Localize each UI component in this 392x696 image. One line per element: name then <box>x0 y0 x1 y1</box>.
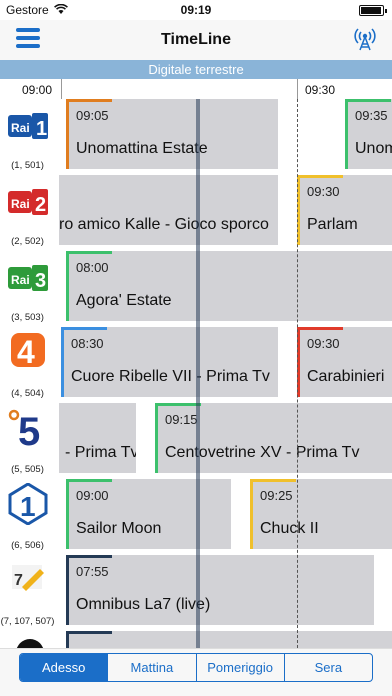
rai2-logo: Rai 2 <box>8 189 48 216</box>
half-hour-marker <box>297 99 298 648</box>
program-time: 08:30 <box>71 336 104 351</box>
program-name: ro amico Kalle - Gioco sporco <box>59 216 269 233</box>
program-time: 09:05 <box>76 108 109 123</box>
antenna-icon[interactable] <box>352 26 378 52</box>
program-cell[interactable]: 09:15 Centovetrine XV - Prima Tv <box>155 403 392 473</box>
program-cell[interactable]: 09:30 Carabinieri <box>297 327 392 397</box>
channel-logo-italia1[interactable]: 1 (6, 506) <box>0 479 55 555</box>
program-cell[interactable]: 09:00 Sailor Moon <box>66 479 231 549</box>
svg-text:Rai: Rai <box>11 197 30 211</box>
program-cell[interactable]: 08:30 Cuore Ribelle VII - Prima Tv <box>61 327 278 397</box>
program-name: Agora' Estate <box>76 292 172 309</box>
channel-logo-rai1[interactable]: Rai 1 (1, 501) <box>0 99 55 175</box>
program-time: 08:00 <box>76 260 109 275</box>
channel-number: (2, 502) <box>11 236 44 247</box>
channel-number: (6, 506) <box>11 540 44 551</box>
program-name: Parlam <box>307 216 358 233</box>
channel-number: (7, 107, 507) <box>0 616 55 627</box>
svg-text:3: 3 <box>35 270 46 292</box>
program-cell[interactable]: ro amico Kalle - Gioco sporco <box>59 175 278 245</box>
channel-logo-partial[interactable] <box>0 631 55 648</box>
svg-text:5: 5 <box>18 410 40 449</box>
program-name: - Prima Tv <box>65 444 136 461</box>
svg-text:7: 7 <box>14 572 23 589</box>
program-name: Centovetrine XV - Prima Tv <box>165 444 360 461</box>
program-time: 09:35 <box>355 108 388 123</box>
channel-logo-rete4[interactable]: 4 (4, 504) <box>0 327 55 403</box>
program-cell[interactable]: - Prima Tv <box>59 403 136 473</box>
program-time: 09:25 <box>260 488 293 503</box>
channel-number: (5, 505) <box>11 464 44 475</box>
battery-icon <box>359 5 387 16</box>
program-name: Cuore Ribelle VII - Prima Tv <box>71 368 270 385</box>
canale5-logo: 5 <box>8 409 40 449</box>
svg-text:4: 4 <box>17 334 35 369</box>
time-label: 09:30 <box>305 83 336 97</box>
time-of-day-segmented-control[interactable]: Adesso Mattina Pomeriggio Sera <box>19 653 373 682</box>
source-subtitle: Digitale terrestre <box>0 60 392 79</box>
svg-text:1: 1 <box>36 118 47 140</box>
program-cell[interactable] <box>66 631 392 648</box>
time-tick <box>297 79 298 99</box>
rete4-logo: 4 <box>11 333 45 369</box>
program-cell[interactable]: 09:05 Unomattina Estate <box>66 99 278 169</box>
svg-text:Rai: Rai <box>11 121 30 135</box>
program-time: 07:55 <box>76 564 109 579</box>
channel-number: (4, 504) <box>11 388 44 399</box>
la7-logo: 7 <box>12 565 44 591</box>
program-name: Chuck II <box>260 520 319 537</box>
program-time: 09:30 <box>307 184 340 199</box>
time-tick <box>61 79 62 99</box>
current-time-indicator <box>196 99 200 648</box>
channel-logo-la7[interactable]: 7 (7, 107, 507) <box>0 555 55 631</box>
program-name: Unomattina Estate <box>76 140 208 157</box>
program-cell[interactable]: 09:35 Unom <box>345 99 392 169</box>
channel-number: (1, 501) <box>11 160 44 171</box>
page-title: TimeLine <box>161 31 231 48</box>
tab-pomeriggio[interactable]: Pomeriggio <box>195 654 284 681</box>
program-name: Omnibus La7 (live) <box>76 596 211 613</box>
svg-text:2: 2 <box>35 194 46 216</box>
program-cell[interactable]: 09:25 Chuck II <box>250 479 392 549</box>
program-name: Unom <box>355 140 392 157</box>
program-name: Sailor Moon <box>76 520 162 537</box>
channel-logo-rai2[interactable]: Rai 2 (2, 502) <box>0 175 55 251</box>
program-cell[interactable]: 09:30 Parlam <box>297 175 392 245</box>
italia1-logo: 1 <box>8 483 48 525</box>
program-time: 09:00 <box>76 488 109 503</box>
time-label: 09:00 <box>22 83 53 97</box>
tab-sera[interactable]: Sera <box>283 654 372 681</box>
program-grid[interactable]: Rai 1 (1, 501) 09:05 Unomattina Estate 0… <box>0 99 392 648</box>
channel-logo-icon <box>16 639 44 648</box>
channel-logo-rai3[interactable]: Rai 3 (3, 503) <box>0 251 55 327</box>
status-bar: Gestore 09:19 <box>0 0 392 20</box>
bottom-bar: Adesso Mattina Pomeriggio Sera <box>0 648 392 696</box>
navigation-bar: TimeLine <box>0 20 392 60</box>
channel-number: (3, 503) <box>11 312 44 323</box>
channel-logo-canale5[interactable]: 5 (5, 505) <box>0 403 55 479</box>
tab-adesso[interactable]: Adesso <box>20 654 108 681</box>
status-time: 09:19 <box>180 3 212 17</box>
program-name: Carabinieri <box>307 368 385 385</box>
time-ruler: 09:00 09:30 <box>0 79 392 99</box>
tab-mattina[interactable]: Mattina <box>107 654 195 681</box>
svg-text:1: 1 <box>20 491 36 522</box>
svg-text:Rai: Rai <box>11 273 30 287</box>
rai3-logo: Rai 3 <box>8 265 48 292</box>
program-cell[interactable]: 07:55 Omnibus La7 (live) <box>66 555 374 625</box>
program-cell[interactable]: 08:00 Agora' Estate <box>66 251 392 321</box>
program-time: 09:15 <box>165 412 198 427</box>
program-time: 09:30 <box>307 336 340 351</box>
rai1-logo: Rai 1 <box>8 113 48 140</box>
